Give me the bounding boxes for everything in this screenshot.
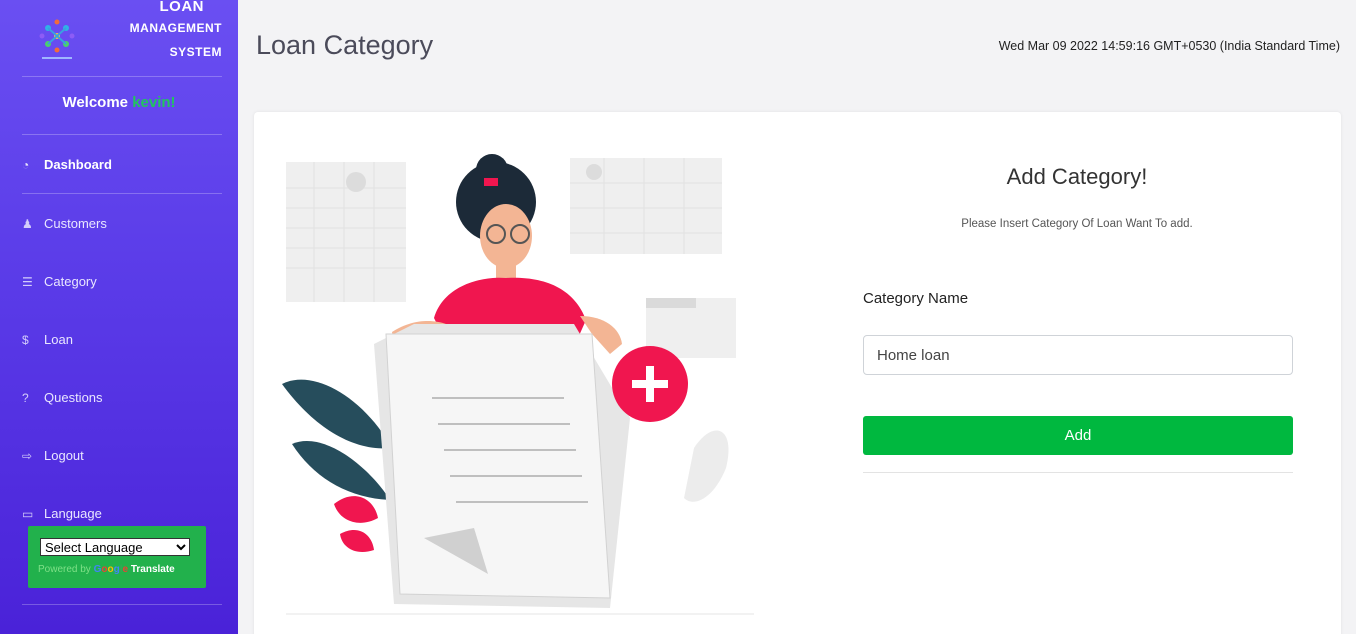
hand-money-icon: $ <box>22 332 29 347</box>
logo-icon <box>39 19 75 59</box>
sidebar-item-dashboard[interactable]: ◔ Dashboard <box>22 157 112 172</box>
illustration <box>282 154 754 615</box>
sidebar-item-label: Language <box>44 506 102 521</box>
page-title: Loan Category <box>256 30 434 60</box>
powered-by-prefix: Powered by <box>38 564 91 575</box>
brand-text: LOAN MANAGEMENT SYSTEM <box>130 0 222 62</box>
welcome-message: Welcome kevin! <box>0 94 238 111</box>
language-select[interactable]: Select Language <box>40 538 190 556</box>
logout-icon: ⇨ <box>22 448 33 463</box>
sidebar-item-logout[interactable]: ⇨ Logout <box>22 448 84 463</box>
form-divider <box>863 472 1293 473</box>
sidebar: LOAN MANAGEMENT SYSTEM Welcome kevin! ◔ … <box>0 0 238 634</box>
google-translate-widget: Select Language Powered by Google Transl… <box>28 526 206 588</box>
category-name-input[interactable] <box>863 335 1293 375</box>
sidebar-item-label: Category <box>44 274 97 289</box>
google-logo: Google <box>93 564 129 575</box>
sidebar-item-questions[interactable]: ? Questions <box>22 390 103 405</box>
form-subtitle: Please Insert Category Of Loan Want To a… <box>961 218 1193 230</box>
powered-by-google: Powered by Google Translate <box>38 564 175 575</box>
sidebar-divider <box>22 134 222 135</box>
form-title: Add Category! <box>1006 164 1148 189</box>
category-name-label: Category Name <box>863 290 969 307</box>
sidebar-item-label: Logout <box>44 448 84 463</box>
brand-line-1: LOAN <box>159 0 204 15</box>
list-icon: ☰ <box>22 274 33 289</box>
sidebar-item-customers[interactable]: ♟ Customers <box>22 216 107 231</box>
sidebar-item-category[interactable]: ☰ Category <box>22 274 97 289</box>
brand-line-3: SYSTEM <box>169 45 222 59</box>
sidebar-item-label: Dashboard <box>44 157 112 172</box>
user-icon: ♟ <box>22 216 33 231</box>
dashboard-icon: ◔ <box>22 157 30 172</box>
language-icon: ▭ <box>22 506 34 521</box>
sidebar-divider <box>22 193 222 194</box>
sidebar-item-loan[interactable]: $ Loan <box>22 332 73 347</box>
welcome-user: kevin! <box>132 94 176 111</box>
sidebar-item-label: Questions <box>44 390 103 405</box>
welcome-prefix: Welcome <box>62 94 129 111</box>
sidebar-item-language: ▭ Language <box>22 506 102 521</box>
brand-line-2: MANAGEMENT <box>129 21 222 35</box>
add-category-card: Add Category! Please Insert Category Of … <box>254 112 1341 634</box>
question-icon: ? <box>22 390 29 405</box>
datetime: Wed Mar 09 2022 14:59:16 GMT+0530 (India… <box>998 39 1340 53</box>
add-button[interactable]: Add <box>863 416 1293 455</box>
translate-link[interactable]: Translate <box>131 564 175 575</box>
sidebar-divider <box>22 76 222 77</box>
sidebar-divider <box>22 604 222 605</box>
sidebar-item-label: Loan <box>44 332 73 347</box>
sidebar-item-label: Customers <box>44 216 107 231</box>
brand: LOAN MANAGEMENT SYSTEM <box>0 0 238 76</box>
